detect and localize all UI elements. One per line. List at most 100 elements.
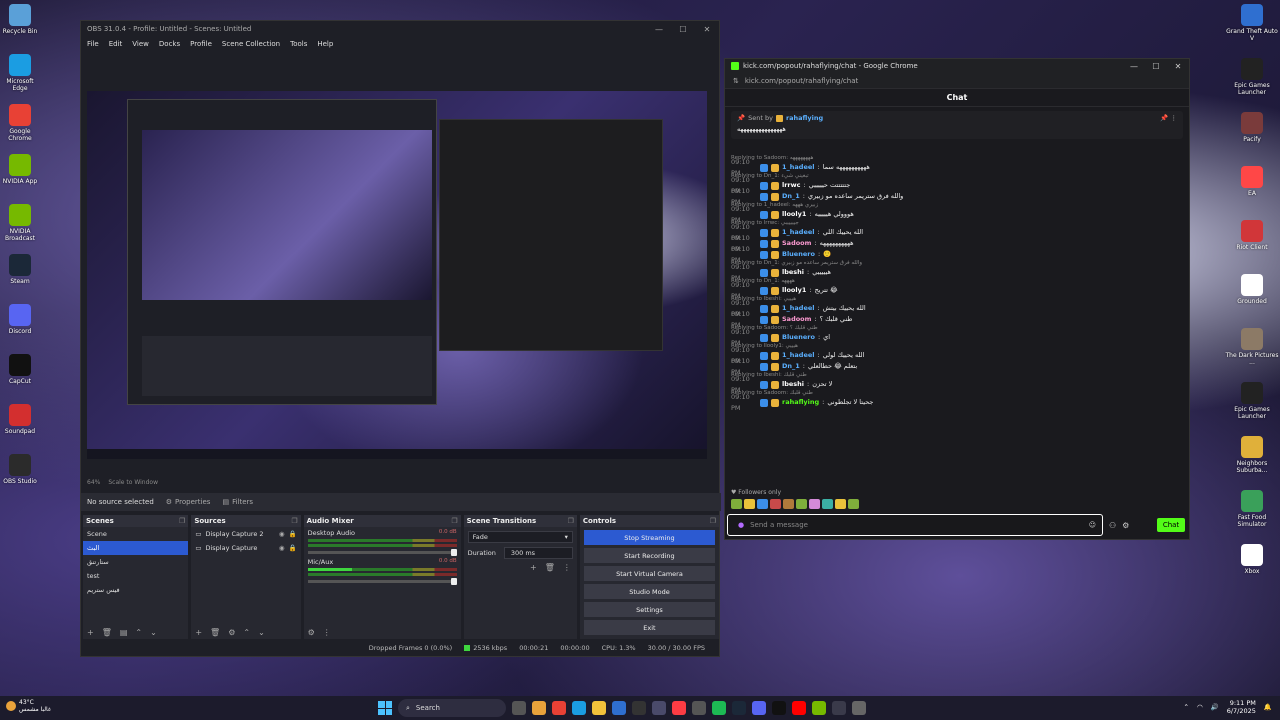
- source-item[interactable]: ▭ Display Capture ◉ 🔒: [191, 541, 300, 555]
- chrome-icon[interactable]: [552, 701, 566, 715]
- emote-icon[interactable]: [731, 499, 742, 509]
- scene-item[interactable]: ستارتنق: [83, 555, 188, 569]
- undock-icon[interactable]: ❐: [568, 517, 574, 525]
- wifi-icon[interactable]: ◠: [1197, 703, 1203, 711]
- weather-widget[interactable]: 43°C غالبا مشمس: [6, 699, 51, 713]
- scene-item[interactable]: فيس ستريم: [83, 583, 188, 597]
- file-explorer-icon[interactable]: [532, 701, 546, 715]
- gear-icon[interactable]: ⚙: [228, 628, 235, 637]
- chat-send-button[interactable]: Chat: [1157, 518, 1185, 532]
- chat-username[interactable]: lbeshi: [782, 267, 804, 278]
- menu-item[interactable]: View: [132, 40, 149, 48]
- minimize-button[interactable]: —: [1123, 62, 1145, 71]
- control-button[interactable]: Start Recording: [583, 548, 716, 563]
- emote-icon[interactable]: [783, 499, 794, 509]
- app-icon[interactable]: [652, 701, 666, 715]
- desktop-icon[interactable]: Neighbors Suburba...: [1224, 432, 1280, 484]
- desktop-icon[interactable]: The Dark Pictures ...: [1224, 324, 1280, 376]
- desktop-icon[interactable]: EA: [1224, 162, 1280, 214]
- desktop-icon[interactable]: Grand Theft Auto V: [1224, 0, 1280, 52]
- edge-icon[interactable]: [572, 701, 586, 715]
- chat-username[interactable]: Dn_1: [782, 191, 800, 202]
- trash-icon[interactable]: 🗑: [545, 563, 555, 572]
- obs-preview[interactable]: [87, 91, 707, 459]
- arrow-down-icon[interactable]: ⌄: [258, 628, 265, 637]
- desktop-icon[interactable]: Fast Food Simulator: [1224, 486, 1280, 538]
- volume-slider[interactable]: [307, 578, 457, 585]
- eye-icon[interactable]: ◉: [279, 544, 285, 552]
- maximize-button[interactable]: ☐: [671, 25, 695, 34]
- desktop-icon[interactable]: NVIDIA Broadcast: [0, 200, 40, 248]
- chat-username[interactable]: Sadoom: [782, 314, 811, 325]
- chat-username[interactable]: Dn_1: [782, 361, 800, 372]
- add-icon[interactable]: +: [530, 563, 537, 572]
- taskbar-search[interactable]: ⌕ Search: [398, 699, 506, 717]
- close-button[interactable]: ✕: [1167, 62, 1189, 71]
- music-icon[interactable]: [672, 701, 686, 715]
- filter-icon[interactable]: ▤: [120, 628, 128, 637]
- emote-icon[interactable]: [796, 499, 807, 509]
- chat-username[interactable]: 1_hadeel: [782, 350, 814, 361]
- emote-icon[interactable]: [744, 499, 755, 509]
- duration-input[interactable]: 300 ms: [503, 547, 573, 559]
- menu-item[interactable]: Profile: [190, 40, 212, 48]
- task-view-icon[interactable]: [512, 701, 526, 715]
- desktop-icon[interactable]: Microsoft Edge: [0, 50, 40, 98]
- chat-username[interactable]: rahaflying: [782, 397, 819, 408]
- spotify-icon[interactable]: [712, 701, 726, 715]
- chat-username[interactable]: lbeshi: [782, 379, 804, 390]
- desktop-icon[interactable]: OBS Studio: [0, 450, 40, 498]
- chat-username[interactable]: Bluenero: [782, 332, 815, 343]
- more-icon[interactable]: ⋮: [323, 628, 331, 637]
- undock-icon[interactable]: ❐: [291, 517, 297, 525]
- control-button[interactable]: Studio Mode: [583, 584, 716, 599]
- menu-item[interactable]: File: [87, 40, 99, 48]
- desktop-icon[interactable]: Riot Client: [1224, 216, 1280, 268]
- points-icon[interactable]: ⚇: [1109, 521, 1116, 530]
- menu-item[interactable]: Scene Collection: [222, 40, 280, 48]
- pinned-user[interactable]: rahaflying: [786, 114, 823, 122]
- scene-item[interactable]: Scene: [83, 527, 188, 541]
- chat-input[interactable]: ● Send a message ☺: [727, 514, 1103, 536]
- arrow-up-icon[interactable]: ⌃: [135, 628, 142, 637]
- desktop-icon[interactable]: Recycle Bin: [0, 0, 40, 48]
- maximize-button[interactable]: ☐: [1145, 62, 1167, 71]
- eye-icon[interactable]: ◉: [279, 530, 285, 538]
- trash-icon[interactable]: 🗑: [102, 628, 112, 637]
- desktop-icon[interactable]: Soundpad: [0, 400, 40, 448]
- obs-icon[interactable]: [832, 701, 846, 715]
- undock-icon[interactable]: ❐: [451, 517, 457, 525]
- desktop-icon[interactable]: Epic Games Launcher: [1224, 54, 1280, 106]
- desktop-icon[interactable]: Pacify: [1224, 108, 1280, 160]
- youtube-icon[interactable]: [792, 701, 806, 715]
- desktop-icon[interactable]: Grounded: [1224, 270, 1280, 322]
- unpin-icon[interactable]: 📌 ⋮: [1160, 114, 1177, 122]
- desktop-icon[interactable]: Xbox: [1224, 540, 1280, 592]
- add-icon[interactable]: +: [87, 628, 94, 637]
- chat-username[interactable]: lrrwc: [782, 180, 801, 191]
- store-icon[interactable]: [612, 701, 626, 715]
- emote-icon[interactable]: [757, 499, 768, 509]
- scale-mode[interactable]: Scale to Window: [108, 479, 158, 486]
- site-info-icon[interactable]: ⇅: [733, 77, 739, 85]
- notification-bell-icon[interactable]: 🔔: [1264, 703, 1272, 711]
- chevron-up-icon[interactable]: ⌃: [1183, 703, 1188, 711]
- properties-button[interactable]: ⚙ Properties: [166, 498, 211, 506]
- gear-icon[interactable]: ⚙: [1122, 521, 1129, 530]
- add-icon[interactable]: +: [195, 628, 202, 637]
- more-icon[interactable]: ⋮: [563, 563, 571, 572]
- windows-start-icon[interactable]: [378, 701, 392, 715]
- clock[interactable]: 9:11 PM 6/7/2025: [1227, 699, 1256, 715]
- capcut-icon[interactable]: [772, 701, 786, 715]
- emote-icon[interactable]: [809, 499, 820, 509]
- arrow-up-icon[interactable]: ⌃: [243, 628, 250, 637]
- volume-icon[interactable]: 🔊: [1211, 703, 1219, 711]
- minimize-button[interactable]: —: [647, 25, 671, 34]
- emote-icon[interactable]: [835, 499, 846, 509]
- desktop-icon[interactable]: Epic Games Launcher: [1224, 378, 1280, 430]
- chat-username[interactable]: 1_hadeel: [782, 162, 814, 173]
- close-button[interactable]: ✕: [695, 25, 719, 34]
- control-button[interactable]: Settings: [583, 602, 716, 617]
- control-button[interactable]: Start Virtual Camera: [583, 566, 716, 581]
- undock-icon[interactable]: ❐: [710, 517, 716, 525]
